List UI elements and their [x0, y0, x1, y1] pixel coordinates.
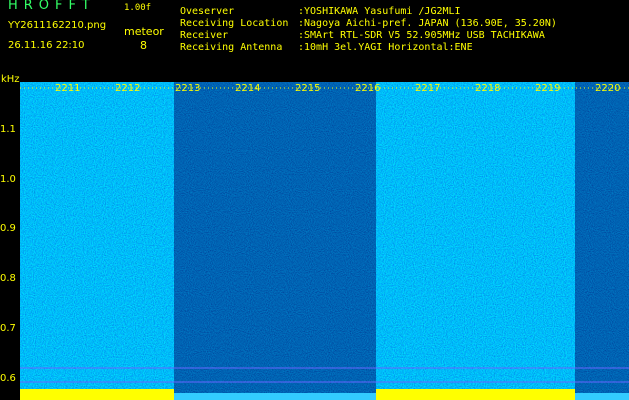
spectrum-segment-active	[20, 82, 174, 400]
x-tick-label: 2219	[535, 83, 561, 94]
y-tick-label: 0.8	[0, 273, 16, 284]
signal-baseline-bar	[20, 389, 174, 400]
capture-datetime: 26.11.16 22:10	[8, 40, 85, 51]
x-tick-label: 2218	[475, 83, 501, 94]
y-tick-label: 1.1	[0, 124, 16, 135]
spectrum-segment-active	[376, 82, 575, 400]
y-tick-label: 0.6	[0, 373, 16, 384]
x-tick-label: 2215	[295, 83, 321, 94]
info-label-location: Receiving Location	[180, 18, 289, 29]
y-tick-label: 0.7	[0, 323, 16, 334]
x-tick-label: 2220	[595, 83, 621, 94]
signal-baseline-bar	[376, 389, 575, 400]
x-tick-label: 2217	[415, 83, 441, 94]
signal-baseline-bar	[575, 393, 629, 400]
app-version: 1.00f	[124, 3, 152, 13]
info-label-receiver: Receiver	[180, 30, 229, 41]
info-value-location: :Nagoya Aichi-pref. JAPAN (136.90E, 35.2…	[298, 18, 557, 29]
app-name: HROFFT	[8, 0, 96, 13]
spectrogram-image	[20, 82, 629, 400]
x-tick-label: 2212	[115, 83, 141, 94]
spectrum-segment-quiet	[174, 82, 376, 400]
info-label-antenna: Receiving Antenna	[180, 42, 283, 53]
x-tick-label: 2211	[55, 83, 81, 94]
x-tick-label: 2213	[175, 83, 201, 94]
y-tick-label: 1.0	[0, 174, 16, 185]
x-tick-label: 2216	[355, 83, 381, 94]
meteor-label: meteor	[124, 25, 164, 38]
spectrum-segment-quiet	[575, 82, 629, 400]
info-value-observer: :YOSHIKAWA Yasufumi /JG2MLI	[298, 6, 461, 17]
signal-baseline-bar	[174, 393, 376, 400]
y-axis-unit-label: kHz	[1, 74, 20, 85]
info-label-observer: Oveserver	[180, 6, 235, 17]
meteor-count: 8	[140, 39, 147, 52]
file-name: YY2611162210.png	[8, 20, 107, 31]
y-tick-label: 0.9	[0, 223, 16, 234]
info-value-antenna: :10mH 3el.YAGI Horizontal:ENE	[298, 42, 473, 53]
x-tick-label: 2214	[235, 83, 261, 94]
spectrogram-plot	[20, 82, 629, 400]
info-value-receiver: :SMArt RTL-SDR V5 52.905MHz USB TACHIKAW…	[298, 30, 545, 41]
